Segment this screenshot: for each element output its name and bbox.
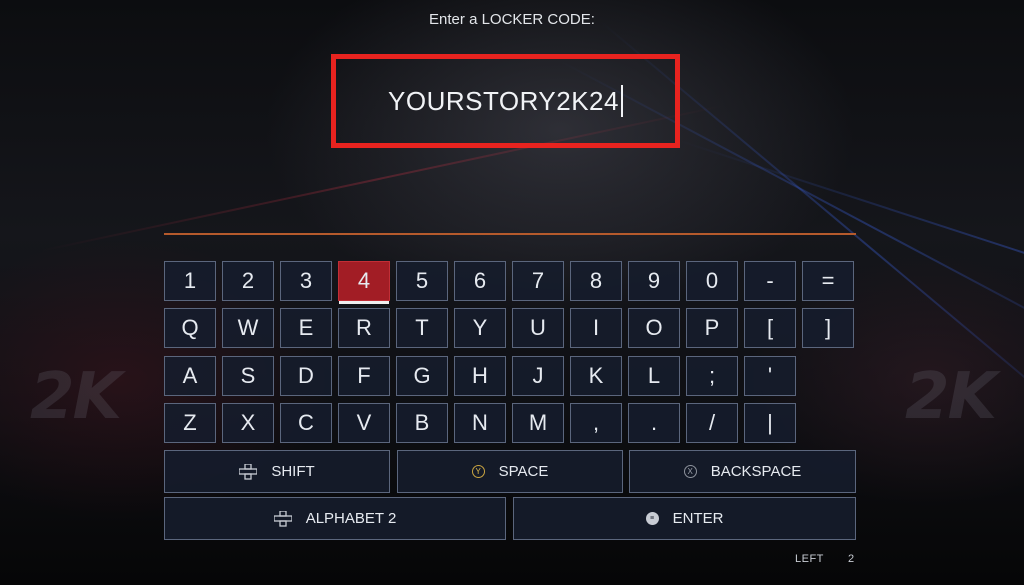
key[interactable]: [ xyxy=(744,308,796,348)
y-button-icon: Y xyxy=(471,465,485,478)
key[interactable]: - xyxy=(744,261,796,301)
backspace-label: BACKSPACE xyxy=(710,463,802,480)
space-label: SPACE xyxy=(498,463,549,480)
text-caret xyxy=(620,85,623,117)
key[interactable]: G xyxy=(396,356,448,396)
enter-label: ENTER xyxy=(672,510,724,527)
key[interactable]: Z xyxy=(164,403,216,443)
key[interactable]: K xyxy=(570,356,622,396)
key[interactable]: I xyxy=(570,308,622,348)
key[interactable]: 5 xyxy=(396,261,448,301)
key[interactable]: , xyxy=(570,403,622,443)
key[interactable]: P xyxy=(686,308,738,348)
key[interactable]: A xyxy=(164,356,216,396)
key[interactable]: 6 xyxy=(454,261,506,301)
key[interactable]: U xyxy=(512,308,564,348)
key[interactable]: 9 xyxy=(628,261,680,301)
key[interactable]: 3 xyxy=(280,261,332,301)
key[interactable]: F xyxy=(338,356,390,396)
alphabet-2-button[interactable]: ALPHABET 2 xyxy=(164,497,506,540)
space-button[interactable]: Y SPACE xyxy=(397,450,623,493)
divider xyxy=(164,233,856,235)
backspace-button[interactable]: X BACKSPACE xyxy=(629,450,856,493)
key[interactable]: R xyxy=(338,308,390,348)
background-logo-right: 2K xyxy=(905,360,997,434)
x-button-icon: X xyxy=(683,465,697,478)
locker-code-prompt: Enter a LOCKER CODE: xyxy=(429,11,595,28)
key[interactable]: 1 xyxy=(164,261,216,301)
characters-left-label: LEFT xyxy=(795,553,824,565)
alphabet-2-label: ALPHABET 2 xyxy=(305,510,397,527)
key[interactable]: 2 xyxy=(222,261,274,301)
locker-code-field[interactable]: YOURSTORY2K24 xyxy=(331,54,680,148)
key[interactable]: E xyxy=(280,308,332,348)
key[interactable]: B xyxy=(396,403,448,443)
locker-code-value: YOURSTORY2K24 xyxy=(388,85,619,116)
key[interactable]: X xyxy=(222,403,274,443)
key[interactable]: ' xyxy=(744,356,796,396)
dpad-icon xyxy=(273,510,292,527)
key[interactable]: Y xyxy=(454,308,506,348)
key[interactable]: 7 xyxy=(512,261,564,301)
menu-button-icon: ≡ xyxy=(645,512,659,525)
shift-button[interactable]: SHIFT xyxy=(164,450,390,493)
key[interactable]: D xyxy=(280,356,332,396)
key[interactable]: = xyxy=(802,261,854,301)
key[interactable]: N xyxy=(454,403,506,443)
key[interactable]: 0 xyxy=(686,261,738,301)
key[interactable]: V xyxy=(338,403,390,443)
key[interactable]: / xyxy=(686,403,738,443)
key[interactable]: S xyxy=(222,356,274,396)
key[interactable]: C xyxy=(280,403,332,443)
key[interactable]: 8 xyxy=(570,261,622,301)
background-logo-left: 2K xyxy=(30,360,122,434)
characters-left-count: 2 xyxy=(848,553,855,565)
dpad-icon xyxy=(239,463,258,480)
key[interactable]: W xyxy=(222,308,274,348)
key[interactable]: T xyxy=(396,308,448,348)
enter-button[interactable]: ≡ ENTER xyxy=(513,497,856,540)
key[interactable]: H xyxy=(454,356,506,396)
key[interactable]: | xyxy=(744,403,796,443)
key[interactable]: 4 xyxy=(338,261,390,304)
key[interactable]: Q xyxy=(164,308,216,348)
shift-label: SHIFT xyxy=(271,463,315,480)
key[interactable]: J xyxy=(512,356,564,396)
key[interactable]: L xyxy=(628,356,680,396)
key[interactable]: O xyxy=(628,308,680,348)
key[interactable]: M xyxy=(512,403,564,443)
key[interactable]: . xyxy=(628,403,680,443)
key[interactable]: ] xyxy=(802,308,854,348)
key[interactable]: ; xyxy=(686,356,738,396)
